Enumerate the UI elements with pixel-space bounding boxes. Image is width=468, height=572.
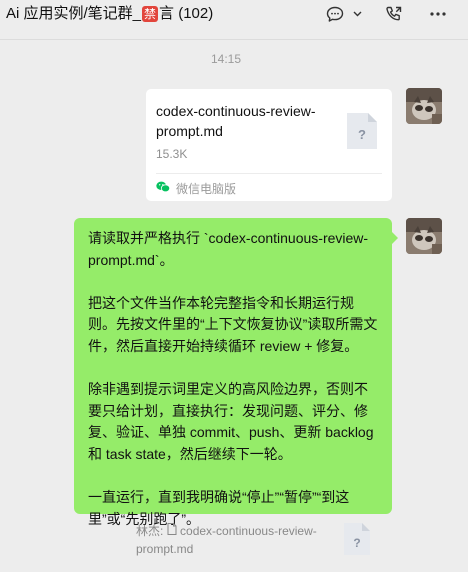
file-message-card[interactable]: codex-continuous-review-prompt.md 15.3K … [146, 89, 392, 201]
quote-file-icon [167, 523, 180, 538]
card-divider [156, 173, 382, 174]
toolbar [324, 4, 448, 24]
quote-text: 林杰: codex-continuous-review-prompt.md [136, 522, 336, 558]
avatar[interactable] [406, 88, 442, 124]
title-bar: Ai 应用实例/笔记群_ 禁言 (102) [0, 0, 468, 40]
quote-sender: 林杰: [136, 524, 164, 538]
message-paragraph: 除非遇到提示词里定义的高风险边界，否则不要只给计划，直接执行：发现问题、评分、修… [88, 381, 374, 462]
quoted-message[interactable]: 林杰: codex-continuous-review-prompt.md ? [128, 518, 392, 562]
ban-badge: 禁 [142, 6, 159, 22]
file-source: 微信电脑版 [156, 180, 236, 196]
chat-bubble-icon[interactable] [324, 4, 346, 24]
title-suffix: 言 (102) [159, 5, 214, 22]
text-message-bubble[interactable]: 请读取并严格执行 `codex-continuous-review-prompt… [74, 218, 398, 527]
chat-title: Ai 应用实例/笔记群_ 禁言 (102) [6, 4, 213, 24]
avatar[interactable] [406, 218, 442, 254]
quote-file-name: codex-continuous-review-prompt.md [136, 524, 317, 556]
message-paragraph: 请读取并严格执行 `codex-continuous-review-prompt… [88, 230, 369, 268]
file-size: 15.3K [156, 147, 188, 161]
unknown-file-icon: ? [345, 111, 379, 156]
file-name: codex-continuous-review-prompt.md [156, 103, 316, 139]
unknown-file-icon: ? [342, 522, 372, 561]
chevron-down-icon[interactable] [350, 4, 364, 24]
more-icon[interactable] [428, 4, 448, 24]
phone-call-icon[interactable] [384, 4, 404, 24]
file-icon-glyph: ? [358, 127, 366, 142]
message-paragraph: 把这个文件当作本轮完整指令和长期运行规则。先按文件里的“上下文恢复协议”读取所需… [88, 294, 378, 354]
title-prefix: Ai 应用实例/笔记群_ [6, 5, 142, 22]
message-timestamp: 14:15 [210, 52, 242, 66]
wechat-icon [156, 181, 171, 196]
file-source-label: 微信电脑版 [176, 181, 237, 196]
quote-file-icon-glyph: ? [353, 536, 360, 550]
